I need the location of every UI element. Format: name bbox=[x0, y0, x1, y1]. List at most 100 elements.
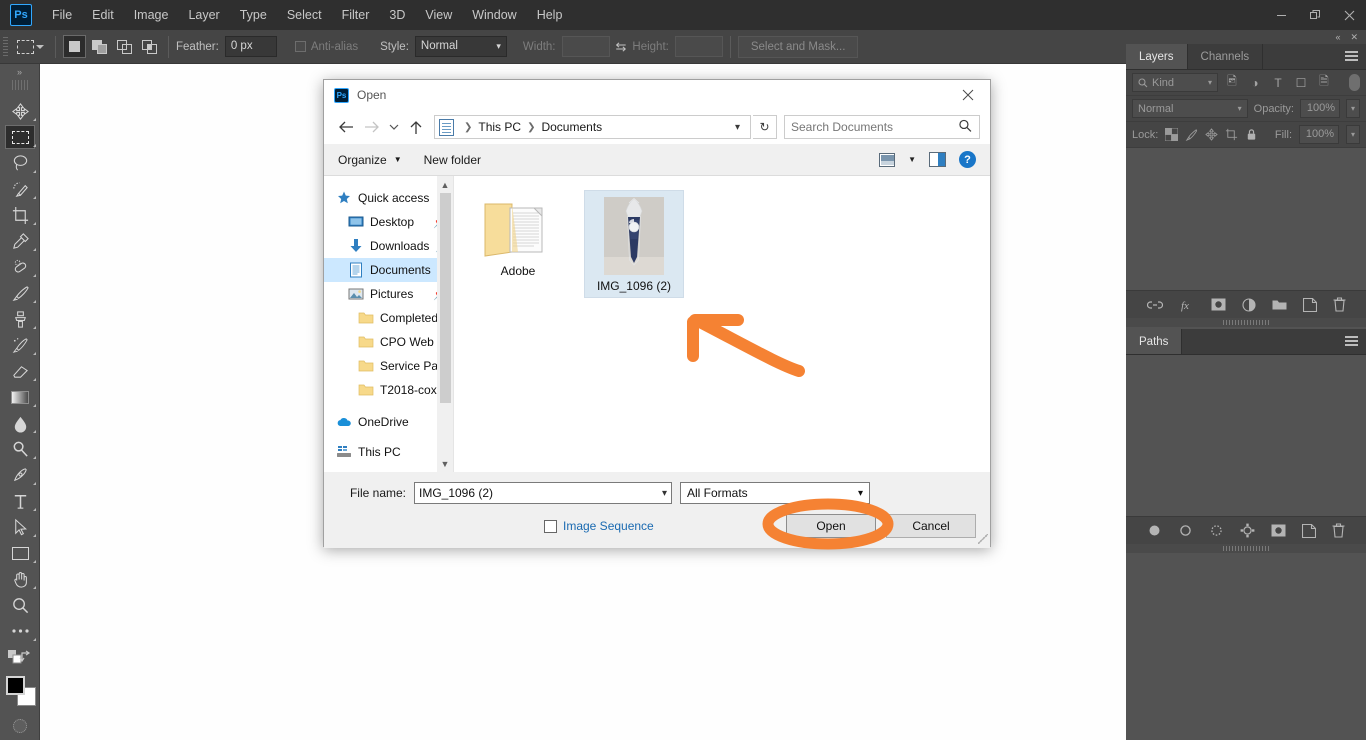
adjustment-layer-icon[interactable] bbox=[1241, 297, 1256, 312]
breadcrumb-documents[interactable]: Documents bbox=[541, 120, 602, 134]
filter-shape-layers-icon[interactable]: ☐ bbox=[1292, 76, 1310, 90]
tool-quick-selection[interactable] bbox=[0, 176, 40, 202]
preview-pane-icon[interactable] bbox=[929, 152, 946, 167]
new-path-icon[interactable] bbox=[1302, 523, 1316, 538]
back-button[interactable] bbox=[334, 114, 358, 140]
new-folder-button[interactable]: New folder bbox=[424, 153, 481, 167]
fill-path-icon[interactable] bbox=[1147, 523, 1162, 538]
intersect-with-selection-button[interactable] bbox=[138, 35, 161, 58]
quick-mask-button[interactable] bbox=[0, 714, 40, 738]
dialog-resize-grip[interactable] bbox=[978, 534, 988, 544]
cancel-button[interactable]: Cancel bbox=[886, 514, 976, 538]
nav-item-onedrive[interactable]: OneDrive bbox=[324, 410, 453, 434]
nav-item-completed[interactable]: Completed bbox=[324, 306, 453, 330]
nav-item-this-pc[interactable]: This PC bbox=[324, 440, 453, 464]
opacity-stepper[interactable]: ▾ bbox=[1346, 99, 1360, 118]
make-work-path-icon[interactable] bbox=[1240, 523, 1255, 538]
expand-toolbar-button[interactable]: » bbox=[0, 64, 39, 80]
stroke-path-icon[interactable] bbox=[1178, 523, 1193, 538]
filter-toggle-switch[interactable] bbox=[1349, 74, 1360, 91]
paths-panel-resize-handle[interactable] bbox=[1126, 544, 1366, 553]
menu-filter[interactable]: Filter bbox=[332, 2, 380, 28]
file-item-img-1096[interactable]: IMG_1096 (2) bbox=[584, 190, 684, 298]
tool-eyedropper[interactable] bbox=[0, 228, 40, 254]
lock-artboard-nesting-icon[interactable] bbox=[1225, 128, 1238, 141]
up-one-level-button[interactable] bbox=[404, 114, 428, 140]
tab-paths[interactable]: Paths bbox=[1126, 329, 1183, 354]
menu-window[interactable]: Window bbox=[462, 2, 526, 28]
tool-path-selection[interactable] bbox=[0, 514, 40, 540]
menu-image[interactable]: Image bbox=[124, 2, 179, 28]
new-selection-button[interactable] bbox=[63, 35, 86, 58]
image-sequence-checkbox[interactable] bbox=[544, 519, 557, 533]
paths-list[interactable] bbox=[1126, 355, 1366, 516]
menu-type[interactable]: Type bbox=[230, 2, 277, 28]
recent-locations-button[interactable] bbox=[386, 114, 402, 140]
close-button[interactable] bbox=[1332, 0, 1366, 30]
tool-zoom[interactable] bbox=[0, 592, 40, 618]
nav-item-documents[interactable]: Documents 📌 bbox=[324, 258, 453, 282]
blend-mode-select[interactable]: Normal ▾ bbox=[1132, 99, 1248, 118]
tool-lasso[interactable] bbox=[0, 150, 40, 176]
chevron-down-icon[interactable]: ▾ bbox=[662, 488, 667, 499]
tool-pen[interactable] bbox=[0, 462, 40, 488]
opacity-input[interactable]: 100% bbox=[1300, 99, 1340, 118]
layers-panel-resize-handle[interactable] bbox=[1126, 318, 1366, 327]
file-item-adobe[interactable]: Adobe bbox=[468, 190, 568, 282]
layers-list[interactable] bbox=[1126, 148, 1366, 290]
style-select[interactable]: Normal ▾ bbox=[414, 36, 507, 57]
subtract-from-selection-button[interactable] bbox=[113, 35, 136, 58]
tab-layers[interactable]: Layers bbox=[1126, 44, 1188, 69]
dialog-title-bar[interactable]: Ps Open bbox=[324, 80, 990, 110]
nav-item-cpo-web-image[interactable]: CPO Web Image bbox=[324, 330, 453, 354]
link-icon[interactable] bbox=[1146, 298, 1163, 312]
restore-button[interactable] bbox=[1298, 0, 1332, 30]
menu-view[interactable]: View bbox=[415, 2, 462, 28]
active-tool-preset-picker[interactable] bbox=[13, 34, 48, 60]
tab-channels[interactable]: Channels bbox=[1187, 44, 1264, 69]
tool-move[interactable] bbox=[0, 98, 40, 124]
height-input[interactable] bbox=[674, 36, 723, 57]
filter-type-layers-icon[interactable]: T bbox=[1269, 76, 1287, 90]
path-as-selection-icon[interactable] bbox=[1209, 523, 1224, 538]
swap-colors-icon[interactable] bbox=[19, 649, 33, 663]
forward-button[interactable] bbox=[360, 114, 384, 140]
nav-item-desktop[interactable]: Desktop 📌 bbox=[324, 210, 453, 234]
file-list[interactable]: Adobe IMG_1096 (2) bbox=[454, 176, 990, 472]
tool-spot-healing-brush[interactable] bbox=[0, 254, 40, 280]
add-to-selection-button[interactable] bbox=[88, 35, 111, 58]
feather-input[interactable]: 0 px bbox=[224, 36, 277, 57]
filter-pixel-layers-icon[interactable]: 🖻 bbox=[1223, 72, 1241, 93]
tool-brush[interactable] bbox=[0, 280, 40, 306]
tool-horizontal-type[interactable] bbox=[0, 488, 40, 514]
lock-all-icon[interactable] bbox=[1245, 128, 1258, 141]
breadcrumb-this-pc[interactable]: This PC bbox=[478, 120, 521, 134]
tool-rectangular-marquee[interactable] bbox=[0, 124, 40, 150]
add-layer-mask-icon[interactable] bbox=[1211, 298, 1226, 311]
options-bar-grip[interactable] bbox=[3, 36, 8, 57]
swap-width-height-icon[interactable]: ⇆ bbox=[610, 39, 633, 55]
anti-alias-checkbox[interactable] bbox=[294, 41, 306, 52]
address-bar[interactable]: ❯ This PC ❯ Documents ▾ bbox=[434, 115, 751, 139]
filter-adjustment-layers-icon[interactable]: ◑ bbox=[1246, 76, 1264, 90]
nav-item-t2018-cox[interactable]: T2018-cox bbox=[324, 378, 453, 402]
change-view-icon[interactable] bbox=[879, 152, 896, 167]
help-icon[interactable]: ? bbox=[959, 151, 976, 168]
tool-eraser[interactable] bbox=[0, 358, 40, 384]
tool-gradient[interactable] bbox=[0, 384, 40, 410]
organize-button[interactable]: Organize ▼ bbox=[338, 153, 402, 167]
tool-edit-toolbar[interactable] bbox=[0, 618, 40, 644]
tool-dodge[interactable] bbox=[0, 436, 40, 462]
fx-icon[interactable]: fx bbox=[1179, 298, 1195, 312]
file-format-select[interactable]: All Formats ▾ bbox=[680, 482, 870, 504]
open-button[interactable]: Open bbox=[786, 514, 876, 538]
scrollbar-thumb[interactable] bbox=[439, 193, 451, 403]
nav-item-downloads[interactable]: Downloads 📌 bbox=[324, 234, 453, 258]
close-panels-icon[interactable]: ✕ bbox=[1350, 32, 1358, 43]
fill-stepper[interactable]: ▾ bbox=[1346, 125, 1360, 144]
dialog-close-button[interactable] bbox=[946, 80, 990, 110]
tool-blur[interactable] bbox=[0, 410, 40, 436]
minimize-button[interactable] bbox=[1264, 0, 1298, 30]
tool-history-brush[interactable] bbox=[0, 332, 40, 358]
menu-help[interactable]: Help bbox=[527, 2, 573, 28]
